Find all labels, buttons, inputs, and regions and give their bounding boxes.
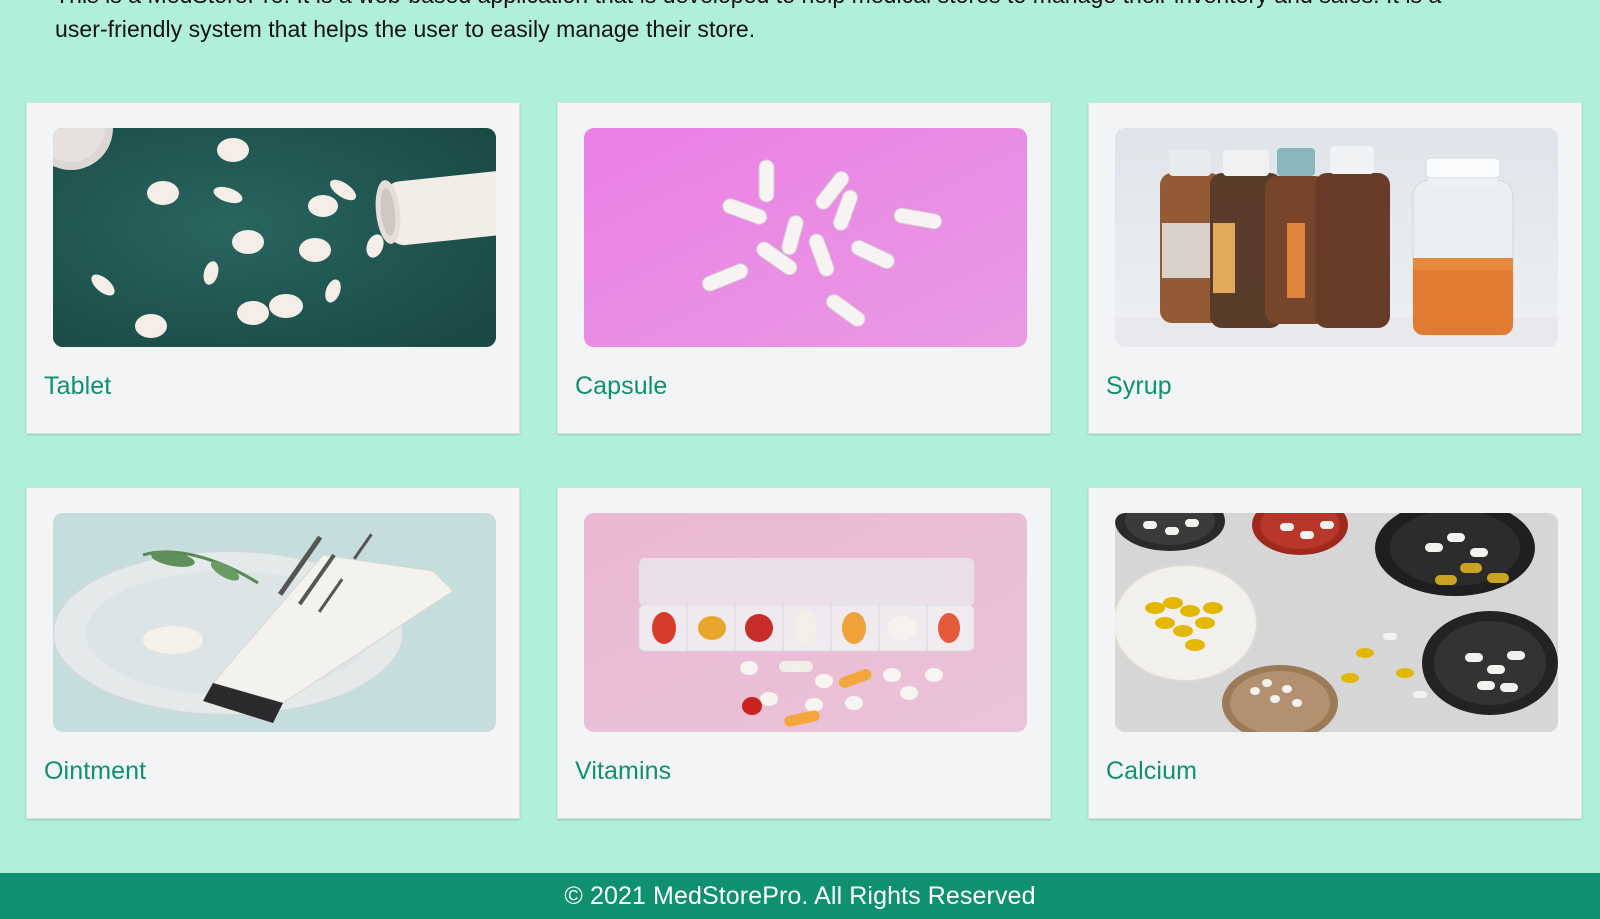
ointment-image xyxy=(53,513,496,732)
intro-line-2: user-friendly system that helps the user… xyxy=(55,16,756,42)
syrup-image xyxy=(1115,128,1558,347)
intro-line-1: This is a MedStorePro. It is a web-based… xyxy=(55,0,1441,8)
vitamins-image xyxy=(584,513,1027,732)
tablet-image xyxy=(53,128,496,347)
category-card-calcium[interactable]: Calcium xyxy=(1088,487,1582,819)
category-title: Capsule xyxy=(575,372,668,400)
category-title: Calcium xyxy=(1106,757,1197,785)
category-card-syrup[interactable]: Syrup xyxy=(1088,102,1582,434)
footer: © 2021 MedStorePro. All Rights Reserved xyxy=(0,873,1600,919)
category-title: Syrup xyxy=(1106,372,1172,400)
footer-copyright: © 2021 MedStorePro. All Rights Reserved xyxy=(564,882,1036,910)
capsule-image xyxy=(584,128,1027,347)
category-card-vitamins[interactable]: Vitamins xyxy=(557,487,1051,819)
category-title: Vitamins xyxy=(575,757,672,785)
intro-text: This is a MedStorePro. It is a web-based… xyxy=(55,0,1575,46)
category-card-capsule[interactable]: Capsule xyxy=(557,102,1051,434)
category-card-ointment[interactable]: Ointment xyxy=(26,487,520,819)
category-title: Ointment xyxy=(44,757,147,785)
category-title: Tablet xyxy=(44,372,112,400)
category-card-tablet[interactable]: Tablet xyxy=(26,102,520,434)
calcium-image xyxy=(1115,513,1558,732)
